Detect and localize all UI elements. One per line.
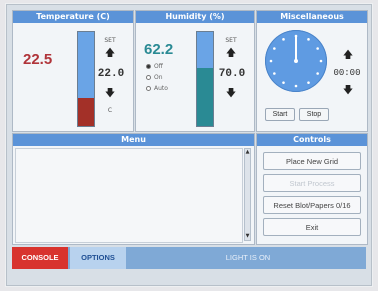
humidity-level-fill: [197, 67, 213, 126]
humidity-panel: Humidity (%) 62.2 Off On Auto SET 🡅 70.0…: [135, 10, 255, 132]
menu-panel: Menu ▲ ▼: [12, 133, 255, 245]
temperature-down-icon[interactable]: 🡇: [95, 89, 125, 99]
clock-tick: [316, 72, 319, 75]
humidity-mode-auto-radio[interactable]: [146, 86, 151, 91]
stop-button[interactable]: Stop: [299, 108, 329, 121]
temperature-up-icon[interactable]: 🡅: [95, 49, 125, 59]
timer-down-icon[interactable]: 🡇: [333, 86, 363, 96]
start-button[interactable]: Start: [265, 108, 295, 121]
status-text: LIGHT IS ON: [225, 253, 271, 262]
reset-blot-papers-button[interactable]: Reset Blot/Papers 0/16: [263, 196, 361, 214]
temperature-header: Temperature (C): [13, 11, 133, 23]
humidity-down-icon[interactable]: 🡇: [216, 89, 246, 99]
start-process-button[interactable]: Start Process: [263, 174, 361, 192]
clock-tick: [273, 72, 276, 75]
miscellaneous-header: Miscellaneous: [257, 11, 367, 23]
menu-list[interactable]: [15, 148, 243, 243]
controls-panel: Controls Place New Grid Start Process Re…: [256, 133, 368, 245]
clock-tick: [307, 38, 310, 41]
humidity-mode-on-radio[interactable]: [146, 75, 151, 80]
humidity-setpoint-label: SET: [225, 37, 237, 44]
clock-tick: [294, 34, 298, 38]
humidity-mode-auto-label: Auto: [154, 85, 168, 92]
menu-scrollbar[interactable]: ▲ ▼: [244, 148, 251, 241]
humidity-mode-off-label: Off: [154, 63, 163, 70]
clock-tick: [282, 81, 285, 84]
temperature-setpoint-label: SET: [104, 37, 116, 44]
bottom-bar: CONSOLE OPTIONS LIGHT IS ON: [12, 247, 366, 269]
clock-tick: [282, 38, 285, 41]
temperature-level-fill: [78, 97, 94, 126]
tab-console[interactable]: CONSOLE: [12, 247, 68, 269]
humidity-header: Humidity (%): [136, 11, 254, 23]
humidity-mode-off[interactable]: Off: [146, 63, 163, 70]
scroll-down-icon[interactable]: ▼: [245, 233, 250, 240]
scroll-up-icon[interactable]: ▲: [245, 149, 250, 156]
clock-tick: [294, 84, 298, 88]
controls-header: Controls: [257, 134, 367, 146]
clock-tick: [319, 59, 323, 63]
humidity-reading: 62.2: [144, 41, 174, 58]
menu-header: Menu: [13, 134, 254, 146]
clock-tick: [307, 81, 310, 84]
humidity-mode-on-label: On: [154, 74, 163, 81]
clock-tick: [269, 59, 273, 63]
timer-display: 00:00: [333, 68, 361, 78]
temperature-unit-label: C: [107, 107, 113, 114]
clock-tick: [316, 47, 319, 50]
touchscreen: Temperature (C) 22.5 SET 🡅 22.0 🡇 C Humi…: [6, 4, 372, 286]
miscellaneous-panel: Miscellaneous 🡅 00:00 🡇 Start Stop: [256, 10, 368, 132]
timer-up-icon[interactable]: 🡅: [333, 51, 363, 61]
temperature-setpoint: 22.0: [97, 68, 125, 80]
exit-button[interactable]: Exit: [263, 218, 361, 236]
humidity-setpoint: 70.0: [218, 68, 246, 80]
clock-icon: [265, 30, 327, 92]
humidity-mode-on[interactable]: On: [146, 74, 163, 81]
humidity-mode-off-radio[interactable]: [146, 64, 151, 69]
temperature-panel: Temperature (C) 22.5 SET 🡅 22.0 🡇 C: [12, 10, 134, 132]
clock-tick: [273, 47, 276, 50]
temperature-reading: 22.5: [23, 51, 53, 68]
tab-options[interactable]: OPTIONS: [70, 247, 126, 269]
humidity-up-icon[interactable]: 🡅: [216, 49, 246, 59]
place-new-grid-button[interactable]: Place New Grid: [263, 152, 361, 170]
humidity-mode-auto[interactable]: Auto: [146, 85, 168, 92]
